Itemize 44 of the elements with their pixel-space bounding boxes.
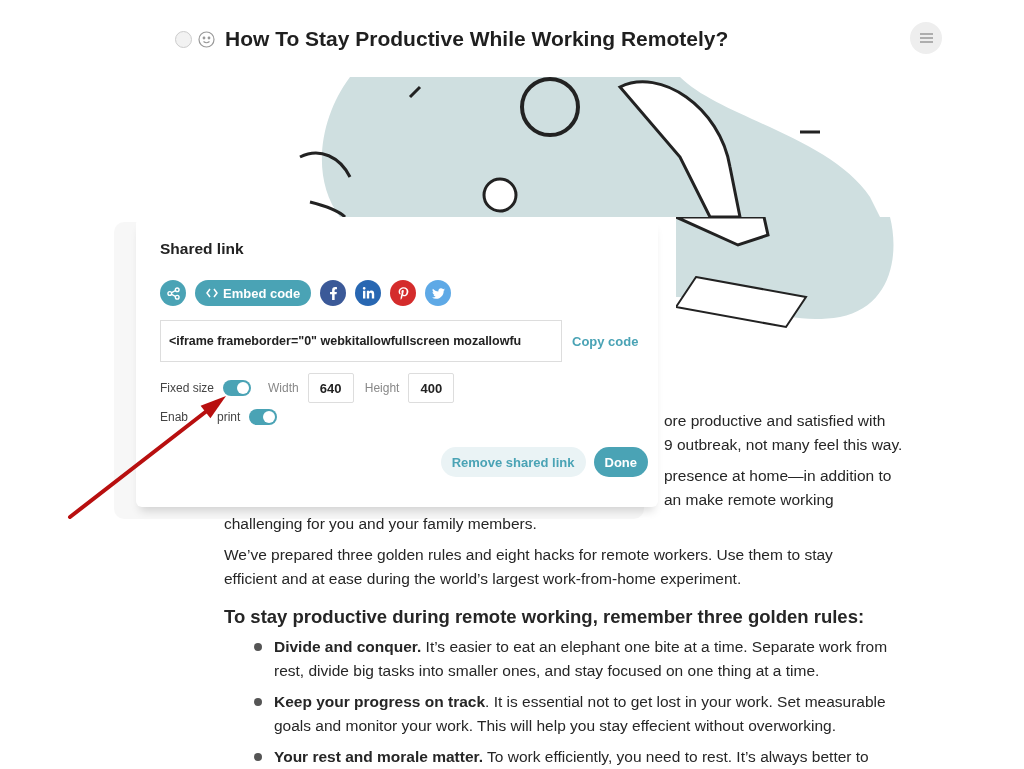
- body-text-line: We’ve prepared three golden rules and eight hacks for remote workers. Use them to stay: [224, 545, 833, 565]
- share-icon: [166, 286, 180, 300]
- bullet-icon: [254, 753, 262, 761]
- body-text-line: challenging for you and your family members.: [224, 514, 537, 534]
- list-item-text: Keep your progress on track. It is essential not to get lost in your work. Set measurable goals and monitor your work. This will help you stay effecient without overworking.: [274, 692, 887, 736]
- fixed-size-toggle[interactable]: [223, 380, 252, 396]
- linkedin-icon: [361, 286, 375, 300]
- bullet-icon: [254, 643, 262, 651]
- dialog-title: Shared link: [160, 240, 245, 258]
- document-title: How To Stay Productive While Working Remotely?: [225, 27, 729, 51]
- list-item-text: Your rest and morale matter. To work efficiently, you need to rest. It’s always better to: [274, 747, 869, 767]
- height-label: Height: [364, 381, 400, 395]
- body-text-line: ore productive and satisfied with: [664, 411, 886, 431]
- bullet-icon: [254, 698, 262, 706]
- enable-print-label: print: [217, 410, 241, 424]
- list-item-text: Divide and conquer. It’s easier to eat an elephant one bite at a time. Separate work from rest, divide big tasks into smaller ones, and stay focused on one thing at a time.: [274, 637, 889, 681]
- done-button[interactable]: Done: [593, 447, 648, 477]
- embed-code-button[interactable]: Embed code: [195, 280, 312, 306]
- section-heading: To stay productive during remote working, remember three golden rules:: [224, 605, 866, 629]
- height-field[interactable]: 400: [408, 373, 455, 403]
- width-field[interactable]: 640: [307, 373, 354, 403]
- body-text-line: presence at home—in addition to: [664, 466, 892, 486]
- remove-link-button[interactable]: Remove shared link: [440, 447, 586, 477]
- enable-print-label: Enab: [160, 410, 189, 424]
- width-label: Width: [268, 381, 299, 395]
- facebook-button[interactable]: [320, 280, 347, 306]
- menu-button[interactable]: [910, 22, 942, 54]
- body-text-line: an make remote working: [664, 490, 834, 510]
- body-text-line: efficient and at ease during the world’s largest work-from-home experiment.: [224, 569, 742, 589]
- smiley-icon[interactable]: [198, 30, 215, 48]
- copy-code-link[interactable]: Copy code: [566, 333, 645, 349]
- linkedin-button[interactable]: [355, 280, 382, 306]
- fixed-size-label: Fixed size: [160, 381, 215, 395]
- menu-icon: [919, 33, 933, 43]
- pinterest-button[interactable]: [390, 280, 417, 306]
- code-icon: [206, 288, 218, 298]
- body-text-line: 9 outbreak, not many feel this way.: [664, 435, 903, 455]
- embed-code-field[interactable]: <iframe frameborder="0" webkitallowfullscreen mozallowfu: [160, 320, 562, 362]
- twitter-button[interactable]: [425, 280, 452, 306]
- pinterest-icon: [396, 286, 410, 300]
- twitter-icon: [431, 286, 445, 300]
- enable-print-toggle[interactable]: [249, 409, 278, 425]
- status-circle-icon[interactable]: [175, 30, 192, 48]
- share-button[interactable]: [160, 280, 186, 306]
